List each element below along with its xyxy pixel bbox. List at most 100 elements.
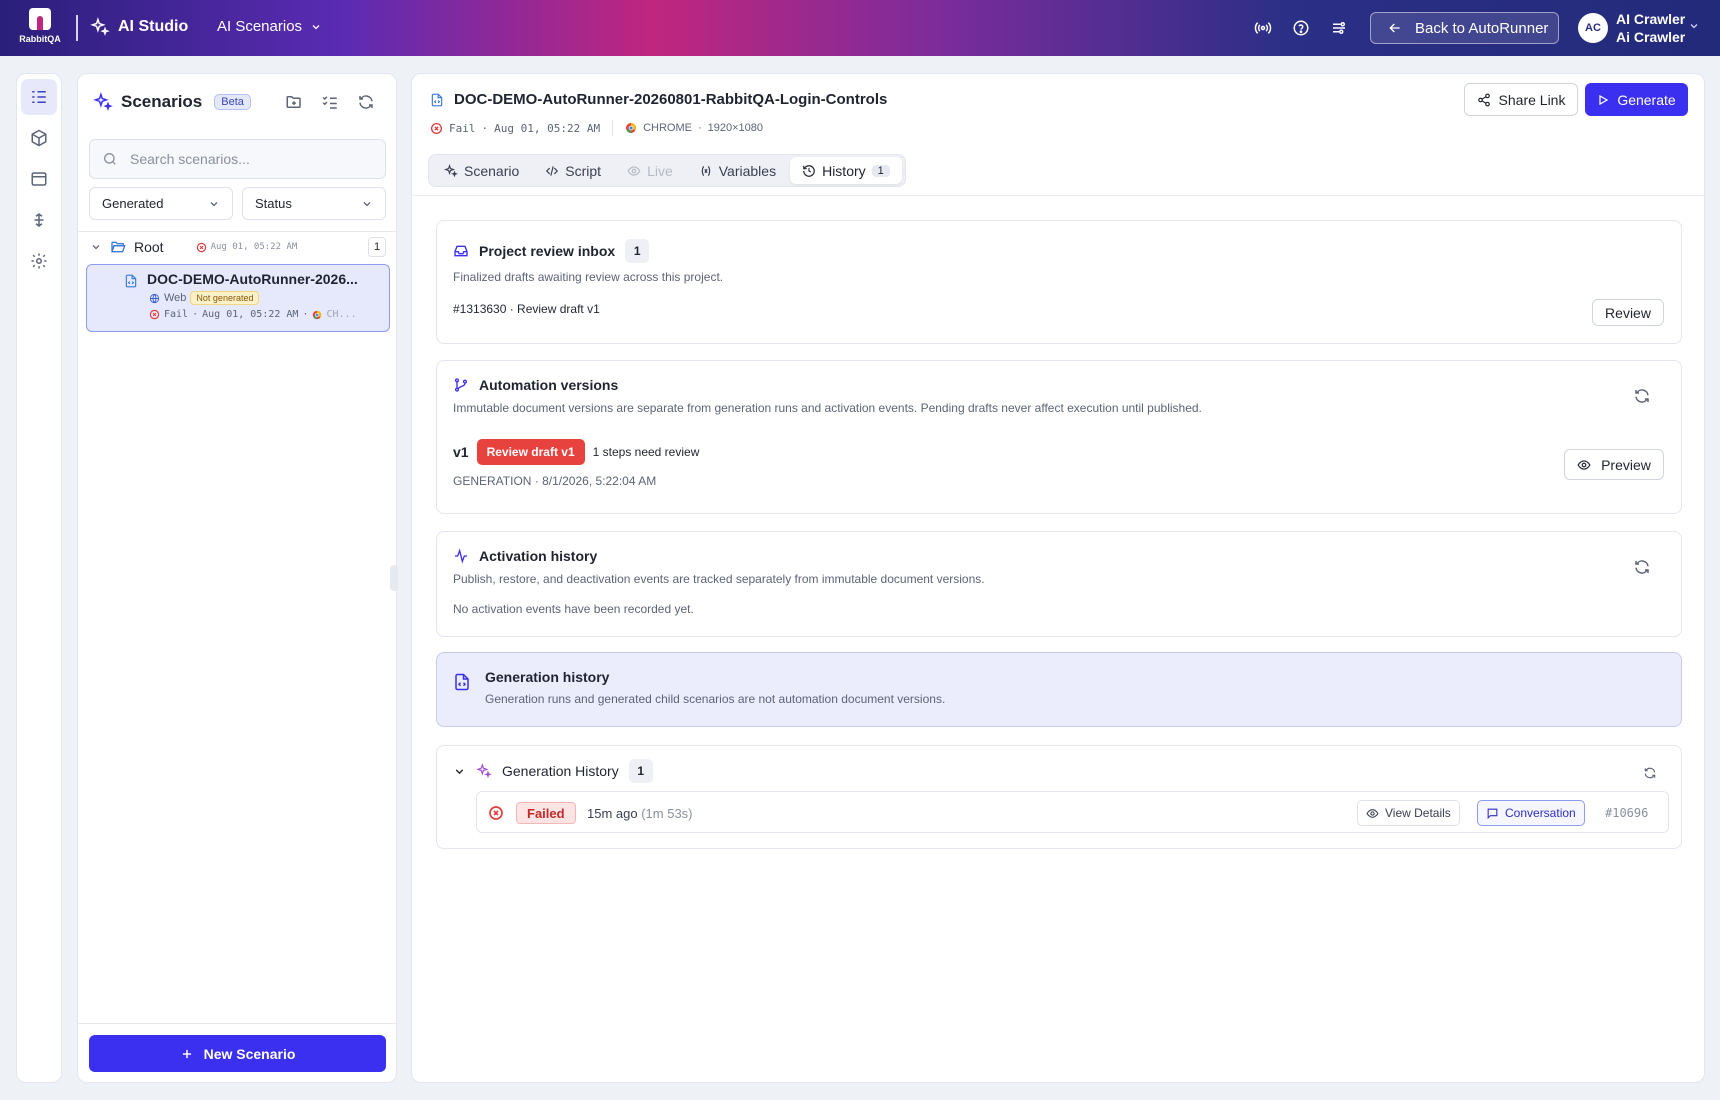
checklist-icon[interactable]: [320, 92, 340, 112]
conversation-button[interactable]: Conversation: [1477, 800, 1585, 826]
meta-separator: ·: [481, 121, 489, 135]
activation-title: Activation history: [479, 548, 598, 564]
versions-title: Automation versions: [479, 377, 619, 393]
code-file-icon: [455, 673, 469, 691]
sparkles-icon: [93, 92, 113, 111]
preview-button[interactable]: Preview: [1564, 449, 1664, 480]
panel-resize-handle[interactable]: [390, 565, 398, 591]
inbox-count: 1: [625, 239, 650, 263]
chevron-down-icon[interactable]: [1688, 20, 1700, 32]
header-divider: [412, 195, 1704, 196]
root-count: 1: [368, 237, 386, 257]
top-bar: RabbitQA AI Studio AI Scenarios Back to …: [0, 0, 1720, 56]
versions-description: Immutable document versions are separate…: [453, 401, 1202, 415]
user-menu[interactable]: AI Crawler Ai Crawler: [1616, 10, 1685, 46]
inbox-title: Project review inbox: [479, 243, 616, 259]
chevron-down-icon: [210, 201, 218, 206]
cube-icon[interactable]: [21, 120, 57, 156]
inbox-item: #1313630 · Review draft v1: [453, 302, 600, 316]
review-button[interactable]: Review: [1592, 299, 1664, 326]
preview-label: Preview: [1601, 456, 1651, 473]
tab-live[interactable]: Live: [615, 157, 685, 184]
fail-status-icon: [149, 309, 160, 320]
browser-window-icon[interactable]: [21, 161, 57, 197]
run-duration: (1m 53s): [641, 806, 693, 821]
review-draft-badge[interactable]: Review draft v1: [476, 439, 585, 465]
new-folder-icon[interactable]: [284, 92, 304, 112]
not-generated-badge: Not generated: [190, 291, 260, 305]
refresh-icon[interactable]: [1643, 766, 1657, 780]
meta-separator: ·: [302, 309, 309, 320]
generate-button[interactable]: Generate: [1585, 83, 1688, 116]
tab-scenario[interactable]: Scenario: [432, 157, 531, 184]
view-details-label: View Details: [1385, 806, 1451, 820]
conversation-label: Conversation: [1505, 806, 1576, 820]
scenarios-panel: Scenarios Beta Generated Status Root Aug…: [77, 73, 397, 1083]
activity-icon: [455, 548, 467, 564]
new-scenario-button[interactable]: New Scenario: [89, 1035, 386, 1072]
failed-status-badge: Failed: [516, 802, 576, 824]
broadcast-icon[interactable]: [1252, 17, 1274, 39]
activation-description: Publish, restore, and deactivation event…: [453, 572, 985, 586]
share-link-button[interactable]: Share Link: [1464, 83, 1578, 116]
merge-icon[interactable]: [21, 202, 57, 238]
scenario-platform: Web: [164, 292, 187, 304]
tab-variables[interactable]: Variables: [687, 157, 788, 184]
scenarios-nav-icon[interactable]: [21, 79, 57, 115]
chevron-down-icon[interactable]: [453, 765, 466, 778]
inbox-description: Finalized drafts awaiting review across …: [453, 270, 724, 284]
settings-gear-icon[interactable]: [21, 243, 57, 279]
user-role: Ai Crawler: [1616, 29, 1686, 45]
help-icon[interactable]: [1290, 17, 1312, 39]
sparkles-icon: [90, 17, 110, 36]
tab-label: History: [822, 162, 866, 179]
share-label: Share Link: [1498, 91, 1566, 108]
rabbit-logo-icon: [29, 8, 51, 30]
tab-script[interactable]: Script: [533, 157, 613, 184]
search-icon: [104, 153, 116, 165]
code-icon: [546, 165, 559, 176]
status-filter-select[interactable]: Status: [242, 187, 386, 220]
refresh-icon[interactable]: [1633, 387, 1651, 405]
arrow-left-icon: [1389, 23, 1400, 33]
refresh-icon[interactable]: [356, 92, 376, 112]
review-inbox-card: Project review inbox 1 Finalized drafts …: [436, 220, 1682, 344]
sparkles-icon: [444, 163, 458, 177]
avatar[interactable]: AC: [1578, 13, 1608, 43]
scenario-status: Fail: [164, 309, 189, 320]
left-nav-rail: [16, 73, 62, 1083]
gen-info-title: Generation history: [485, 669, 610, 685]
search-field[interactable]: [89, 139, 386, 179]
fail-status-icon: [489, 806, 503, 820]
doc-browser: CHROME: [643, 122, 692, 134]
ai-studio-link[interactable]: AI Studio: [90, 17, 188, 37]
type-filter-select[interactable]: Generated: [89, 187, 233, 220]
scenario-list-item[interactable]: DOC-DEMO-AutoRunner-2026... Web Not gene…: [86, 264, 390, 332]
root-folder-row[interactable]: Root Aug 01, 05:22 AM 1: [90, 236, 386, 258]
view-details-button[interactable]: View Details: [1357, 800, 1460, 826]
ai-scenarios-label: AI Scenarios: [217, 18, 303, 35]
doc-status: Fail: [449, 121, 476, 135]
refresh-icon[interactable]: [1633, 558, 1651, 576]
page-title: DOC-DEMO-AutoRunner-20260801-RabbitQA-Lo…: [454, 91, 888, 108]
variable-icon: [701, 165, 710, 176]
tab-history[interactable]: History 1: [790, 157, 902, 184]
generate-label: Generate: [1617, 91, 1676, 108]
history-icon: [803, 164, 815, 177]
search-input[interactable]: [130, 151, 370, 167]
panel-divider: [78, 231, 396, 232]
message-icon: [1487, 808, 1498, 819]
eye-icon: [627, 165, 641, 176]
back-to-autorunner-button[interactable]: Back to AutoRunner: [1370, 12, 1559, 44]
doc-date: Aug 01, 05:22 AM: [494, 121, 601, 135]
generation-run-row[interactable]: Failed 15m ago (1m 53s) View Details Con…: [476, 791, 1669, 833]
theme-icon[interactable]: [1328, 17, 1350, 39]
rabbitqa-logo[interactable]: RabbitQA: [14, 8, 66, 48]
tab-label: Scenario: [464, 162, 520, 179]
chevron-down-icon[interactable]: [90, 241, 102, 253]
fail-status-icon: [430, 122, 443, 134]
ai-scenarios-dropdown[interactable]: AI Scenarios: [217, 18, 322, 35]
ai-studio-label: AI Studio: [118, 18, 189, 35]
main-content: DOC-DEMO-AutoRunner-20260801-RabbitQA-Lo…: [411, 73, 1705, 1083]
play-icon: [1599, 94, 1609, 105]
